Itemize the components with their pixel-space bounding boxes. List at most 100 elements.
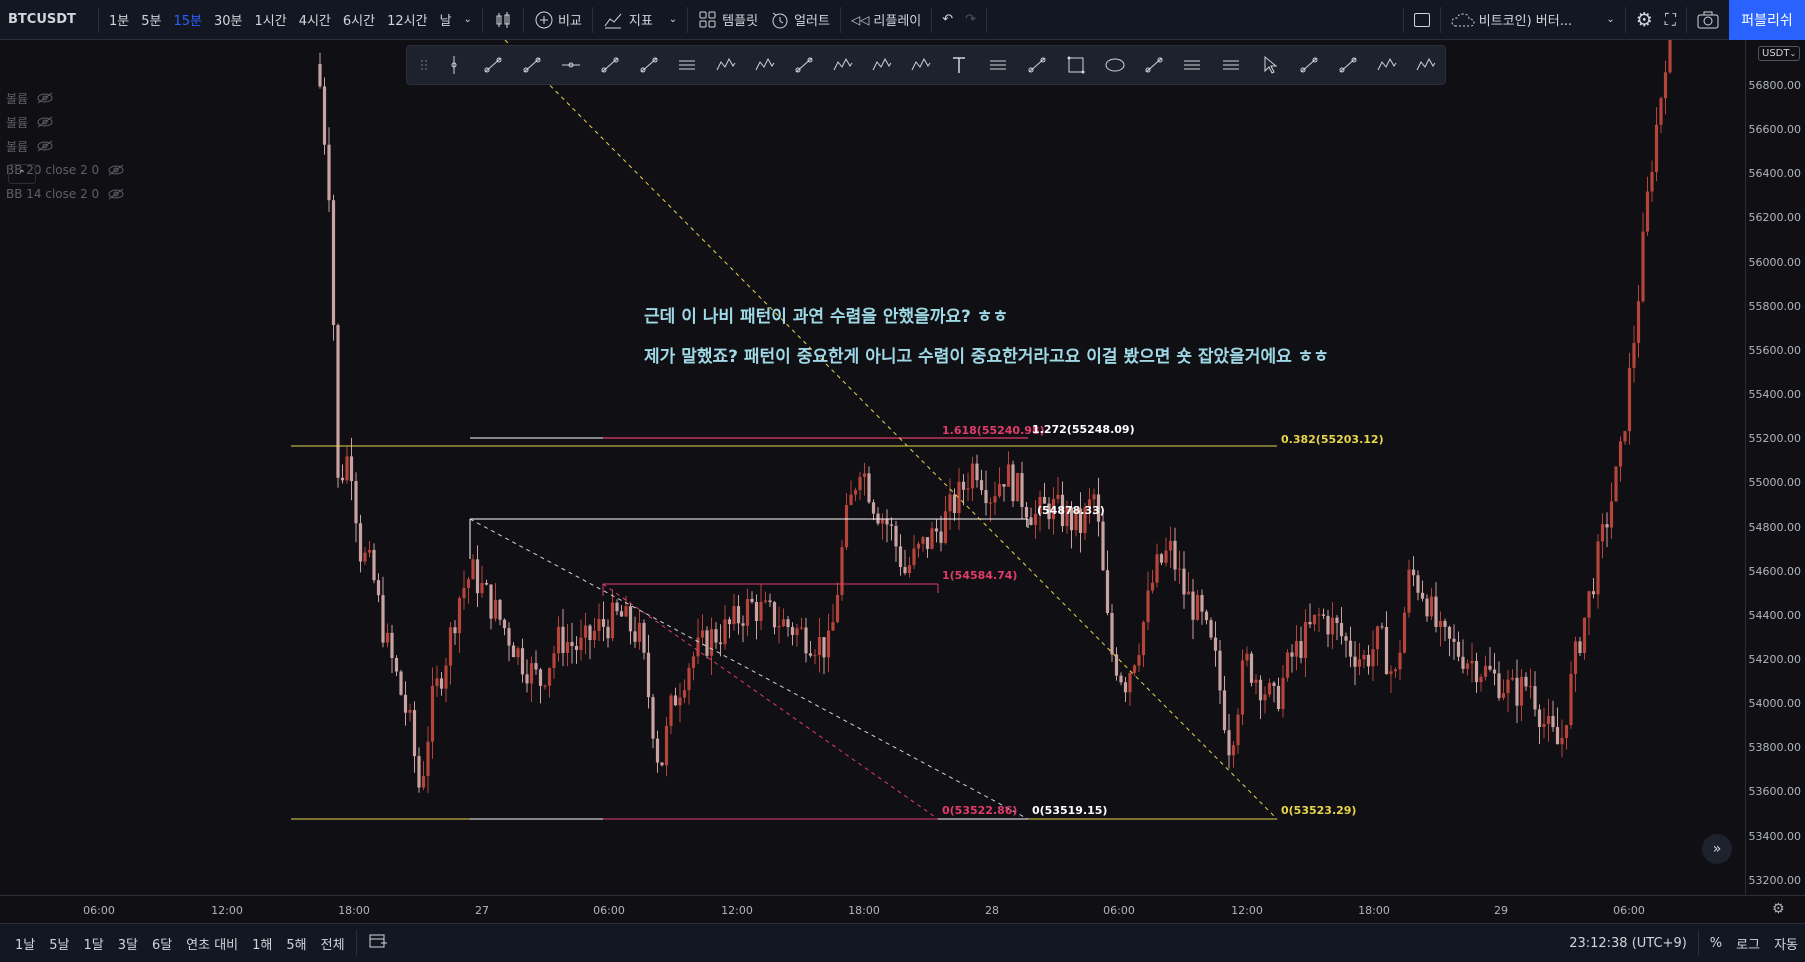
candle-body (601, 619, 606, 627)
price-axis[interactable]: USDT⌄ 56800.00 56600.00 56400.00 56200.00 56… (1745, 40, 1805, 895)
undo-button[interactable]: ↶ (936, 0, 959, 40)
chart-pane[interactable]: 볼륨 볼륨 볼륨 BB 20 close 2 0 BB 14 close 2 0 ⌃ 근… (0, 40, 1745, 895)
axis-settings-button[interactable]: ⚙ (1772, 901, 1785, 917)
fib-channel-tool-icon[interactable] (668, 46, 707, 84)
interval-button[interactable]: 1분 (103, 0, 135, 40)
compare-button[interactable]: 비교 (528, 0, 588, 40)
highlighter-tool-icon[interactable] (1328, 46, 1367, 84)
interval-button[interactable]: 1시간 (249, 0, 293, 40)
log-toggle[interactable]: 로그 (1729, 934, 1767, 953)
rotated-rect-tool-icon[interactable] (1018, 46, 1057, 84)
wz-pattern-tool-icon[interactable] (707, 46, 746, 84)
candle-body (1330, 617, 1335, 635)
interval-button[interactable]: 날 (434, 0, 458, 40)
ae-pattern-tool-icon[interactable] (901, 46, 940, 84)
settings-button[interactable]: ⚙ (1630, 0, 1659, 40)
candle-body (466, 579, 471, 588)
cursor-tool-icon[interactable] (1251, 46, 1290, 84)
range-button[interactable]: 5해 (279, 934, 313, 953)
wy-pattern-tool-icon[interactable] (823, 46, 862, 84)
screenshot-button[interactable] (1691, 0, 1725, 40)
node-pattern-tool-icon[interactable] (1406, 46, 1445, 84)
eye-hidden-icon[interactable] (36, 140, 54, 152)
symbol-search[interactable]: BTCUSDT (0, 0, 94, 40)
path-tool-icon[interactable] (590, 46, 629, 84)
bars-pattern-tool-icon[interactable] (1367, 46, 1406, 84)
scroll-to-realtime-button[interactable]: » (1702, 834, 1732, 864)
collapse-legend-button[interactable]: ⌃ (8, 164, 36, 184)
layout-toggle-button[interactable] (1408, 0, 1436, 40)
tool-glyph (421, 60, 427, 70)
range-button[interactable]: 1달 (76, 934, 110, 953)
candle-body (385, 632, 390, 643)
gear-icon: ⚙ (1772, 901, 1785, 917)
pitchfork-tool-icon[interactable] (629, 46, 668, 84)
range-button[interactable]: 3달 (111, 934, 145, 953)
trend-line-tool-icon[interactable] (474, 46, 513, 84)
annotation-text-2[interactable]: 제가 말했죠? 패턴이 중요한게 아니고 수렴이 중요한거라고요 이걸 봤으면 … (644, 342, 1329, 367)
range-button[interactable]: 연초 대비 (179, 934, 245, 953)
interval-dropdown[interactable]: ⌄ (458, 0, 478, 40)
eye-hidden-icon[interactable] (36, 92, 54, 104)
legend-item[interactable]: 볼륨 (6, 110, 125, 134)
time-axis[interactable]: 06:00 12:00 18:00 27 06:00 12:00 18:00 28 06:00 1… (0, 895, 1805, 923)
candle-body (556, 626, 561, 654)
ac-pattern-tool-icon[interactable] (862, 46, 901, 84)
rectangle-tool-icon[interactable] (1057, 46, 1096, 84)
legend-item[interactable]: 볼륨 (6, 86, 125, 110)
range-button[interactable]: 전체 (314, 934, 352, 953)
interval-button[interactable]: 5분 (135, 0, 167, 40)
line-tool-icon[interactable] (785, 46, 824, 84)
percent-toggle[interactable]: % (1703, 936, 1729, 951)
range-button[interactable]: 1해 (245, 934, 279, 953)
parallel-channel-tool-icon[interactable] (979, 46, 1018, 84)
publish-button[interactable]: 퍼블리쉬 (1729, 0, 1805, 40)
chart-type-button[interactable] (487, 0, 519, 40)
range-button[interactable]: 1날 (8, 934, 42, 953)
ellipse-tool-icon[interactable] (1095, 46, 1134, 84)
candle-body (1258, 679, 1263, 701)
arc-tool-icon[interactable] (1134, 46, 1173, 84)
eye-hidden-icon[interactable] (107, 164, 125, 176)
interval-button[interactable]: 15분 (167, 0, 208, 40)
drag-handle-icon[interactable] (413, 46, 435, 84)
legend-item[interactable]: BB 14 close 2 0 (6, 182, 125, 206)
interval-button[interactable]: 30분 (208, 0, 249, 40)
text-tool-icon[interactable] (940, 46, 979, 84)
candle-body (453, 627, 457, 634)
fullscreen-button[interactable]: ⛶ (1659, 0, 1682, 40)
candle-body (525, 674, 529, 684)
brush-tool-icon[interactable] (1290, 46, 1329, 84)
alert-button[interactable]: 얼러트 (764, 0, 836, 40)
price-chart[interactable] (0, 40, 1745, 895)
auto-toggle[interactable]: 자동 (1767, 934, 1805, 953)
long-position-tool-icon[interactable] (1173, 46, 1212, 84)
candle-body (858, 476, 862, 491)
redo-button[interactable]: ↷ (959, 0, 982, 40)
ray-tool-icon[interactable] (513, 46, 552, 84)
templates-button[interactable]: 템플릿 (692, 0, 764, 40)
annotation-text-1[interactable]: 근데 이 나비 패턴이 과연 수렴을 안했을까요? ㅎㅎ (644, 302, 1008, 327)
layout-name-button[interactable]: 비트코인) 버터... ⌄ (1445, 0, 1621, 40)
eye-hidden-icon[interactable] (36, 116, 54, 128)
horizontal-ray-tool-icon[interactable] (552, 46, 591, 84)
vertical-line-tool-icon[interactable] (435, 46, 474, 84)
range-button[interactable]: 5날 (42, 934, 76, 953)
candle-body (705, 630, 709, 656)
date-range-button[interactable] (361, 933, 395, 953)
clock-timezone-button[interactable]: 23:12:38 (UTC+9) (1562, 936, 1694, 951)
replay-button[interactable]: ◁◁ 리플레이 (845, 0, 927, 40)
legend-item[interactable]: 볼륨 (6, 134, 125, 158)
interval-button[interactable]: 12시간 (381, 0, 433, 40)
divider (355, 930, 357, 956)
currency-badge[interactable]: USDT⌄ (1758, 46, 1801, 61)
candle-body (345, 456, 349, 481)
interval-button[interactable]: 6시간 (337, 0, 381, 40)
eye-hidden-icon[interactable] (107, 188, 125, 200)
abcd-pattern-tool-icon[interactable] (746, 46, 785, 84)
price-tick: 53400.00 (1748, 829, 1802, 843)
indicators-button[interactable]: 지표 ⌄ (597, 0, 683, 40)
interval-button[interactable]: 4시간 (293, 0, 337, 40)
range-button[interactable]: 6달 (145, 934, 179, 953)
short-position-tool-icon[interactable] (1212, 46, 1251, 84)
